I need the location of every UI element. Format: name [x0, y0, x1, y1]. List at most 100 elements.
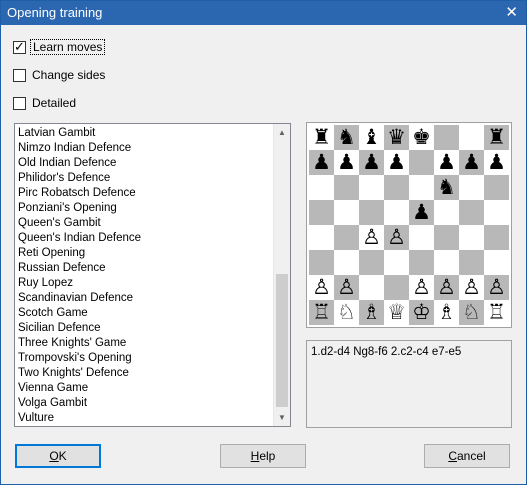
change-sides-checkbox-box[interactable]	[13, 68, 26, 82]
list-item[interactable]: Reti Opening	[18, 246, 273, 261]
list-item[interactable]: Volga Gambit	[18, 396, 273, 411]
board-square[interactable]: ♔	[409, 300, 434, 325]
list-item[interactable]: Queen's Indian Defence	[18, 231, 273, 246]
list-item[interactable]: Scandinavian Defence	[18, 291, 273, 306]
board-square[interactable]	[384, 250, 409, 275]
scroll-down-icon[interactable]: ▼	[274, 409, 290, 426]
board-square[interactable]: ♞	[434, 175, 459, 200]
list-item[interactable]: Vulture	[18, 411, 273, 426]
board-square[interactable]	[459, 175, 484, 200]
white-pawn-icon[interactable]: ♙	[412, 277, 431, 298]
board-square[interactable]: ♟	[434, 150, 459, 175]
board-square[interactable]	[409, 225, 434, 250]
close-icon[interactable]: ✕	[505, 3, 518, 21]
cancel-button[interactable]: Cancel	[424, 444, 510, 468]
help-button[interactable]: Help	[220, 444, 306, 468]
list-item[interactable]: Scotch Game	[18, 306, 273, 321]
list-item[interactable]: Sicilian Defence	[18, 321, 273, 336]
list-item[interactable]: Russian Defence	[18, 261, 273, 276]
board-square[interactable]: ♚	[409, 125, 434, 150]
change-sides-checkbox[interactable]: Change sides	[13, 67, 107, 83]
list-item[interactable]: Old Indian Defence	[18, 156, 273, 171]
detailed-label[interactable]: Detailed	[30, 96, 78, 110]
detailed-checkbox[interactable]: Detailed	[13, 95, 78, 111]
board-square[interactable]	[484, 250, 509, 275]
openings-list[interactable]: Latvian Gambit Nimzo Indian Defence Old In…	[14, 123, 291, 427]
board-square[interactable]	[359, 175, 384, 200]
black-pawn-icon[interactable]: ♟	[462, 152, 481, 173]
board-square[interactable]: ♙	[309, 275, 334, 300]
white-queen-icon[interactable]: ♕	[387, 302, 406, 323]
scroll-up-icon[interactable]: ▲	[274, 124, 290, 141]
white-rook-icon[interactable]: ♖	[487, 302, 506, 323]
board-square[interactable]: ♗	[434, 300, 459, 325]
white-pawn-icon[interactable]: ♙	[362, 227, 381, 248]
list-item[interactable]: Nimzo Indian Defence	[18, 141, 273, 156]
board-square[interactable]: ♜	[484, 125, 509, 150]
board-square[interactable]: ♝	[359, 125, 384, 150]
board-square[interactable]	[359, 250, 384, 275]
board-square[interactable]	[359, 200, 384, 225]
learn-moves-checkbox[interactable]: Learn moves	[13, 39, 106, 55]
board-square[interactable]: ♟	[334, 150, 359, 175]
board-square[interactable]	[484, 175, 509, 200]
board-square[interactable]	[334, 175, 359, 200]
board-square[interactable]: ♗	[359, 300, 384, 325]
black-pawn-icon[interactable]: ♟	[387, 152, 406, 173]
black-bishop-icon[interactable]: ♝	[362, 127, 381, 148]
board-square[interactable]	[484, 225, 509, 250]
board-square[interactable]: ♖	[484, 300, 509, 325]
board-square[interactable]	[459, 200, 484, 225]
board-square[interactable]: ♖	[309, 300, 334, 325]
black-knight-icon[interactable]: ♞	[337, 127, 356, 148]
change-sides-label[interactable]: Change sides	[30, 68, 107, 82]
board-square[interactable]: ♘	[459, 300, 484, 325]
white-pawn-icon[interactable]: ♙	[337, 277, 356, 298]
learn-moves-checkbox-box[interactable]	[13, 39, 26, 55]
list-item[interactable]: Pirc Robatsch Defence	[18, 186, 273, 201]
list-item[interactable]: Ponziani's Opening	[18, 201, 273, 216]
black-pawn-icon[interactable]: ♟	[437, 152, 456, 173]
board-square[interactable]	[459, 125, 484, 150]
board-square[interactable]: ♟	[384, 150, 409, 175]
white-knight-icon[interactable]: ♘	[462, 302, 481, 323]
openings-scrollbar[interactable]: ▲ ▼	[273, 124, 290, 426]
board-square[interactable]	[459, 225, 484, 250]
board-square[interactable]	[459, 250, 484, 275]
black-pawn-icon[interactable]: ♟	[312, 152, 331, 173]
board-square[interactable]	[409, 250, 434, 275]
board-square[interactable]	[384, 175, 409, 200]
board-square[interactable]	[309, 250, 334, 275]
board-square[interactable]	[484, 200, 509, 225]
detailed-checkbox-box[interactable]	[13, 96, 26, 110]
white-rook-icon[interactable]: ♖	[312, 302, 331, 323]
black-queen-icon[interactable]: ♛	[387, 127, 406, 148]
board-square[interactable]: ♜	[309, 125, 334, 150]
board-square[interactable]	[384, 200, 409, 225]
white-king-icon[interactable]: ♔	[412, 302, 431, 323]
board-square[interactable]	[434, 225, 459, 250]
board-square[interactable]: ♞	[334, 125, 359, 150]
board-square[interactable]	[434, 200, 459, 225]
board-square[interactable]: ♟	[484, 150, 509, 175]
list-item[interactable]: Philidor's Defence	[18, 171, 273, 186]
board-square[interactable]: ♙	[484, 275, 509, 300]
board-square[interactable]	[384, 275, 409, 300]
list-item[interactable]: Vienna Game	[18, 381, 273, 396]
board-square[interactable]: ♟	[309, 150, 334, 175]
board-square[interactable]: ♕	[384, 300, 409, 325]
black-pawn-icon[interactable]: ♟	[487, 152, 506, 173]
board-square[interactable]	[309, 175, 334, 200]
board-square[interactable]: ♘	[334, 300, 359, 325]
board-square[interactable]	[334, 250, 359, 275]
ok-button[interactable]: OK	[15, 444, 101, 468]
black-knight-icon[interactable]: ♞	[437, 177, 456, 198]
board-square[interactable]: ♙	[434, 275, 459, 300]
white-pawn-icon[interactable]: ♙	[437, 277, 456, 298]
board-square[interactable]: ♟	[359, 150, 384, 175]
scrollbar-thumb[interactable]	[276, 274, 288, 407]
board-square[interactable]: ♙	[384, 225, 409, 250]
board-square[interactable]	[434, 125, 459, 150]
board-square[interactable]	[434, 250, 459, 275]
board-square[interactable]: ♙	[359, 225, 384, 250]
